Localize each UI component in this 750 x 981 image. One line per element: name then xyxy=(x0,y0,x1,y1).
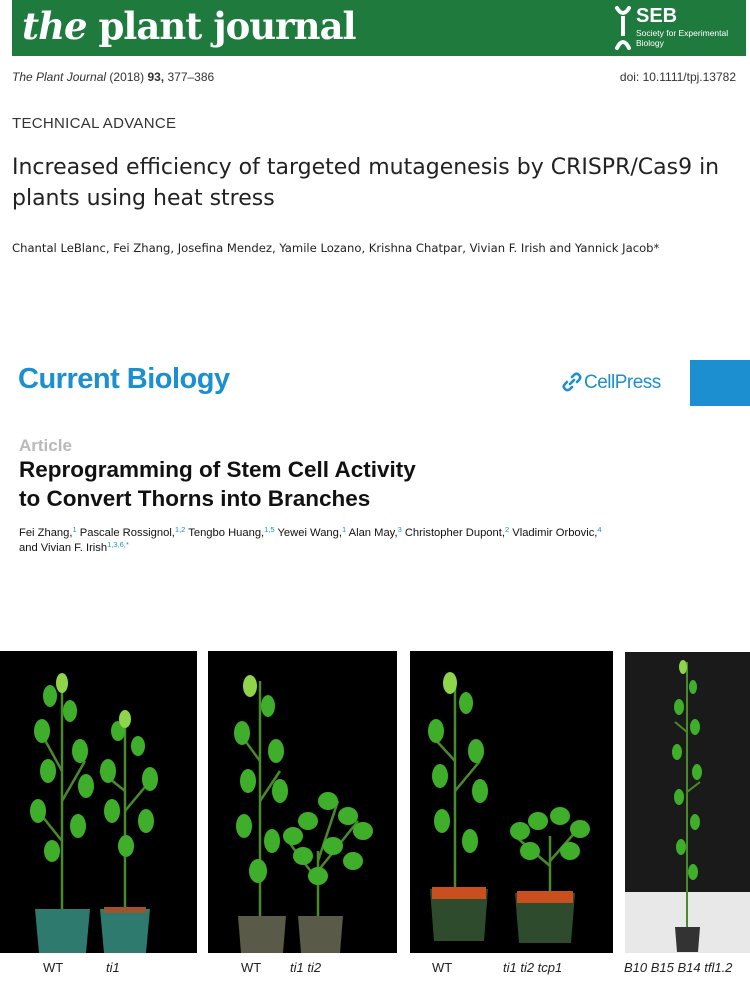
seb-chromosome-icon xyxy=(615,6,631,50)
figure-label-ti1: ti1 xyxy=(106,960,120,975)
logo-word-the: the xyxy=(22,4,88,48)
title-line-1: Reprogramming of Stem Cell Activity xyxy=(19,457,416,482)
plant-journal-section-label: TECHNICAL ADVANCE xyxy=(12,115,177,132)
figure-label-wt-2: WT xyxy=(241,960,262,975)
citation-pages: 377–386 xyxy=(167,70,215,84)
plant-journal-logo: the plant journal xyxy=(22,4,357,48)
author: Christopher Dupont,2 xyxy=(404,525,510,539)
figure-label-ti1-ti2: ti1 ti2 xyxy=(290,960,322,975)
figure-label-wt-1: WT xyxy=(43,960,64,975)
citation-year: (2018) xyxy=(109,70,145,84)
figure-label-ti1-ti2-tcp1: ti1 ti2 tcp1 xyxy=(503,960,563,975)
title-line-2: to Convert Thorns into Branches xyxy=(19,486,371,511)
photo-panel-wt-ti1-ti2-tcp1 xyxy=(410,651,613,953)
authors-line-1: Fei Zhang,1 Pascale Rossignol,1,2 Tengbo… xyxy=(19,526,749,541)
photo-panel-wt-ti1 xyxy=(0,651,197,953)
plant-journal-banner: the plant journal SEB Society for Experi… xyxy=(12,0,746,56)
figure-label-b10-b15-b14-tfl1-2: B10 B15 B14 tfl1.2 xyxy=(624,960,733,975)
photo-panel-wt-ti1-ti2 xyxy=(208,651,397,953)
plant-journal-citation: The Plant Journal (2018) 93, 377–386 xyxy=(12,70,214,84)
cellpress-link-icon xyxy=(562,372,582,392)
author: Tengbo Huang,1,5 xyxy=(188,525,275,539)
author: Fei Zhang,1 xyxy=(19,525,77,539)
current-biology-article-type: Article xyxy=(19,436,72,455)
citation-volume: 93, xyxy=(147,70,165,84)
citation-journal: The Plant Journal xyxy=(12,70,107,84)
current-biology-accent-block xyxy=(690,360,750,406)
current-biology-article-title: Reprogramming of Stem Cell Activity to C… xyxy=(19,455,619,513)
authors-line-2: and Vivian F. Irish1,3,6,* xyxy=(19,540,129,554)
logo-word-plant-journal: plant journal xyxy=(98,4,356,48)
author: Yewei Wang,1 xyxy=(277,525,347,539)
plant-journal-authors: Chantal LeBlanc, Fei Zhang, Josefina Men… xyxy=(12,241,660,255)
author: Pascale Rossignol,1,2 xyxy=(79,525,186,539)
current-biology-logo: Current Biology xyxy=(18,363,230,395)
seb-name: SEB xyxy=(636,5,678,27)
figure-label-wt-3: WT xyxy=(432,960,453,975)
seb-subtitle: Society for Experimental Biology xyxy=(636,28,729,48)
photo-panel-b10-b15-b14-tfl1-2 xyxy=(625,652,750,953)
plant-journal-article-title: Increased efficiency of targeted mutagen… xyxy=(12,155,720,211)
author: Vladimir Orbovic,4 xyxy=(512,525,602,539)
plant-journal-doi[interactable]: doi: 10.1111/tpj.13782 xyxy=(620,70,736,84)
cellpress-logo: CellPress xyxy=(562,372,661,396)
current-biology-authors: Fei Zhang,1 Pascale Rossignol,1,2 Tengbo… xyxy=(19,526,749,556)
seb-logo: SEB Society for Experimental Biology xyxy=(612,4,742,52)
author: Alan May,3 xyxy=(348,525,402,539)
cellpress-name: CellPress xyxy=(584,372,661,393)
